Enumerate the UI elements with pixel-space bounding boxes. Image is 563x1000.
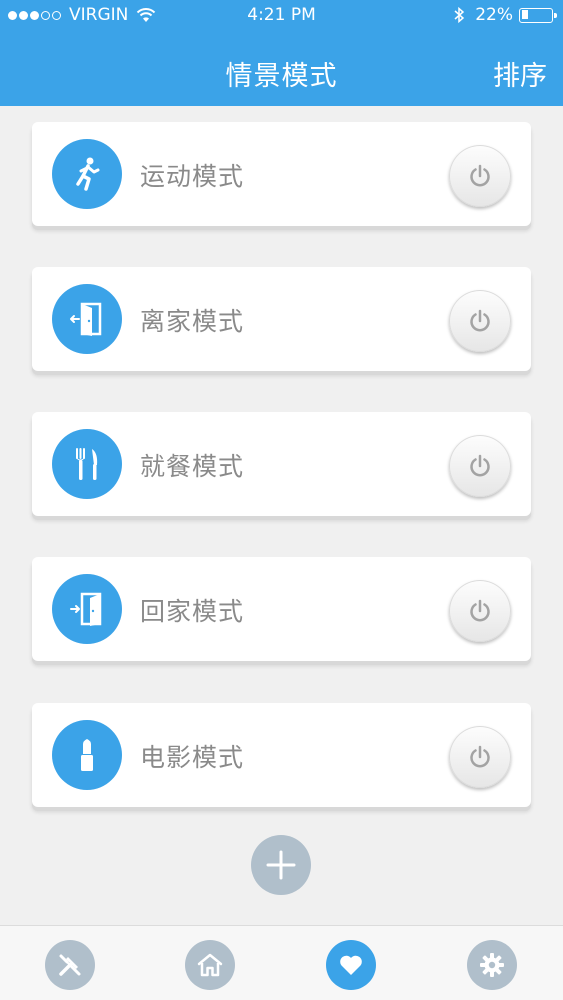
header-bar: VIRGIN 4:21 PM 22% 情景模式 排序: [0, 0, 563, 106]
mode-card-return-home[interactable]: 回家模式: [32, 557, 531, 661]
power-icon: [470, 454, 490, 477]
tab-scenes[interactable]: [326, 940, 376, 990]
add-mode-button[interactable]: [251, 835, 311, 895]
door-exit-icon: [52, 284, 122, 354]
mode-label: 回家模式: [140, 597, 245, 626]
door-enter-icon: [52, 574, 122, 644]
battery-level: [521, 10, 528, 19]
power-icon: [470, 599, 490, 622]
status-bar: VIRGIN 4:21 PM 22%: [0, 0, 563, 32]
power-toggle-button[interactable]: [449, 290, 511, 352]
battery-icon: [519, 7, 557, 23]
power-toggle-button[interactable]: [449, 580, 511, 642]
sort-button[interactable]: 排序: [493, 54, 547, 93]
tab-settings[interactable]: [467, 940, 517, 990]
heart-icon: [340, 955, 362, 975]
power-toggle-button[interactable]: [449, 726, 511, 788]
bluetooth-icon: [454, 6, 465, 24]
power-toggle-button[interactable]: [449, 435, 511, 497]
running-person-icon: [52, 139, 122, 209]
tab-tools[interactable]: [45, 940, 95, 990]
power-icon: [470, 164, 490, 187]
mode-label: 就餐模式: [140, 452, 245, 481]
status-right: 22%: [453, 5, 557, 25]
power-toggle-button[interactable]: [449, 145, 511, 207]
tab-home[interactable]: [185, 940, 235, 990]
power-icon: [470, 745, 490, 768]
mode-card-movie[interactable]: 电影模式: [32, 703, 531, 807]
power-icon: [470, 309, 490, 332]
fork-knife-icon: [52, 429, 122, 499]
plus-icon: [266, 850, 296, 880]
mode-card-dining[interactable]: 就餐模式: [32, 412, 531, 516]
mode-label: 电影模式: [140, 743, 245, 772]
mode-card-sport[interactable]: 运动模式: [32, 122, 531, 226]
mode-label: 运动模式: [140, 162, 245, 191]
tab-bar: [0, 925, 563, 1000]
page-title: 情景模式: [225, 61, 338, 92]
home-icon: [197, 953, 223, 977]
battery-percent: 22%: [475, 5, 513, 25]
movie-icon: [52, 720, 122, 790]
tools-icon: [59, 954, 81, 976]
gear-icon: [480, 953, 504, 977]
mode-label: 离家模式: [140, 307, 245, 336]
mode-card-leave-home[interactable]: 离家模式: [32, 267, 531, 371]
